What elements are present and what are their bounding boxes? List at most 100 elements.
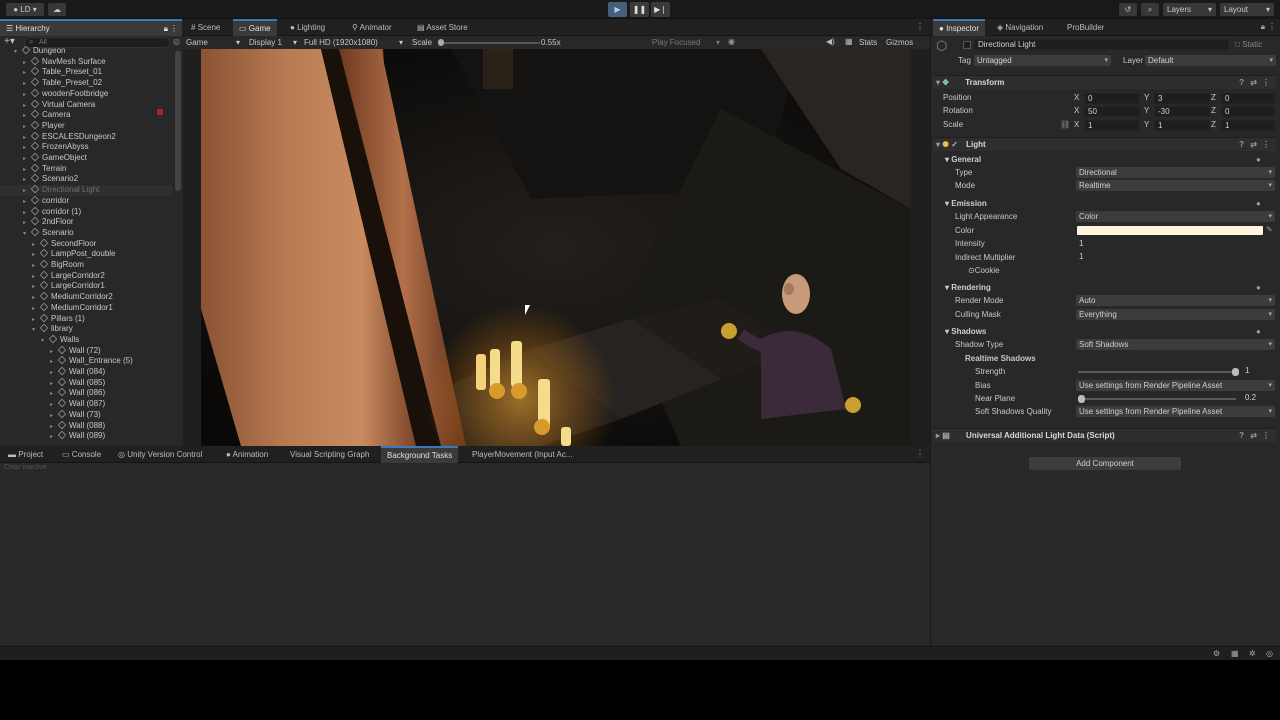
hierarchy-item[interactable]: ▸ MediumCorridor2 — [0, 291, 172, 303]
tab-asset-store[interactable]: ▤ Asset Store — [411, 19, 474, 36]
hierarchy-item[interactable]: ▸ Directional Light — [0, 184, 172, 196]
layer-dropdown[interactable]: Default — [1145, 55, 1276, 66]
play-button[interactable]: ▶ — [608, 2, 627, 17]
hierarchy-item[interactable]: ▸ Wall (089) — [0, 430, 172, 442]
more-menu-icon[interactable]: ⋮ — [916, 449, 924, 458]
tab-visual-scripting-graph[interactable]: Visual Scripting Graph — [284, 446, 375, 463]
tab-navigation[interactable]: ◈ Navigation — [991, 19, 1049, 36]
step-button[interactable]: ▶❘ — [651, 2, 670, 17]
hierarchy-item[interactable]: ▸ Camera — [0, 109, 172, 121]
more-menu-icon[interactable]: ⋮ — [170, 21, 178, 36]
lock-icon[interactable]: 🔒︎ — [1261, 22, 1265, 32]
rotation-z-field[interactable]: 0 — [1221, 106, 1275, 117]
hierarchy-item[interactable]: ▾ library — [0, 323, 172, 335]
game-mode-dropdown[interactable]: Game ▾ — [186, 36, 242, 49]
tab-background-tasks[interactable]: Background Tasks — [381, 446, 459, 463]
emission-section[interactable]: ▾ Emission — [945, 198, 987, 210]
tab-player-movement[interactable]: PlayerMovement (Input Ac... — [466, 446, 579, 463]
shadows-section[interactable]: ▾ Shadows — [945, 326, 986, 338]
hierarchy-item[interactable]: ▸ BigRoom — [0, 259, 172, 271]
search-icon[interactable]: ⌕ — [1141, 3, 1159, 16]
color-swatch[interactable] — [1077, 226, 1263, 235]
more-menu-icon[interactable]: ⋮ — [1268, 22, 1276, 31]
preset-icon[interactable]: ⇄ — [1250, 429, 1257, 443]
hierarchy-item[interactable]: ▸ Wall (086) — [0, 388, 172, 399]
scale-slider-track[interactable] — [440, 42, 540, 44]
component-menu-icon[interactable]: ⋮ — [1262, 76, 1270, 90]
rendering-section[interactable]: ▾ Rendering — [945, 282, 991, 294]
tab-hierarchy[interactable]: ☰ Hierarchy 🔒︎ ⋮ — [0, 19, 182, 36]
help-icon[interactable]: ? — [1239, 138, 1244, 152]
hierarchy-item[interactable]: ▸ Player — [0, 120, 172, 132]
light-header[interactable]: ▾ ✺ ✓ Light ? ⇄ ⋮ — [933, 137, 1276, 151]
general-section[interactable]: ▾ General — [945, 154, 981, 166]
scale-x-field[interactable]: 1 — [1084, 120, 1140, 131]
help-icon[interactable]: ● — [1256, 326, 1261, 338]
clear-inactive-button[interactable]: Clear inactive — [4, 464, 46, 471]
hierarchy-item[interactable]: ▸ LargeCorridor2 — [0, 270, 172, 282]
hierarchy-item[interactable]: ▸ Wall (72) — [0, 345, 172, 357]
tab-scene[interactable]: # Scene — [185, 19, 226, 36]
preset-icon[interactable]: ⇄ — [1250, 76, 1257, 90]
strength-slider-track[interactable] — [1078, 371, 1236, 373]
hierarchy-item[interactable]: ▾ Walls — [0, 334, 172, 346]
tab-project[interactable]: ▬ Project — [2, 446, 49, 463]
component-menu-icon[interactable]: ⋮ — [1262, 429, 1270, 443]
help-icon[interactable]: ● — [1256, 154, 1261, 166]
mute-icon[interactable]: ◉ — [728, 37, 735, 46]
pause-button[interactable]: ❚❚ — [630, 2, 649, 17]
help-icon[interactable]: ● — [1256, 198, 1261, 210]
type-dropdown[interactable]: Directional — [1076, 167, 1275, 178]
hierarchy-item[interactable]: ▸ Virtual Camera — [0, 99, 172, 111]
tab-probuilder[interactable]: ProBuilder — [1061, 19, 1110, 36]
help-icon[interactable]: ● — [1256, 282, 1261, 294]
display-dropdown[interactable]: Display 1 ▾ — [249, 36, 299, 49]
more-menu-icon[interactable]: ⋮ — [916, 22, 924, 31]
hierarchy-item[interactable]: ▸ Terrain — [0, 163, 172, 175]
hierarchy-item[interactable]: ▸ LampPost_double — [0, 249, 172, 260]
game-viewport[interactable] — [201, 49, 911, 446]
keyboard-icon[interactable]: ▦ — [845, 37, 853, 46]
cookie-field[interactable]: ⊙Cookie — [968, 265, 1000, 277]
hierarchy-item[interactable]: ▸ Wall (087) — [0, 398, 172, 410]
hierarchy-item[interactable]: ▸ corridor (1) — [0, 206, 172, 218]
progress-icon[interactable]: ◎ — [1266, 649, 1273, 658]
tab-game[interactable]: ▭ Game — [233, 19, 277, 36]
tab-inspector[interactable]: ● Inspector — [933, 19, 985, 36]
hierarchy-item[interactable]: ▾ Dungeon — [0, 46, 172, 57]
scale-slider-handle[interactable] — [438, 39, 444, 46]
play-focused-dropdown[interactable]: Play Focused ▾ — [652, 36, 722, 49]
cloud-icon[interactable]: ☁ — [48, 3, 66, 16]
strength-field[interactable]: 1 — [1242, 366, 1275, 377]
near-plane-field[interactable]: 0.2 — [1242, 393, 1275, 404]
active-checkbox[interactable] — [963, 41, 971, 49]
hierarchy-item[interactable]: ▸ NavMesh Surface — [0, 56, 172, 68]
tab-console[interactable]: ▭ Console — [56, 446, 107, 463]
enabled-checkbox[interactable]: ✓ — [951, 140, 958, 149]
filter-icon[interactable]: ◎ — [173, 37, 180, 46]
bias-dropdown[interactable]: Use settings from Render Pipeline Asset — [1076, 380, 1275, 391]
tab-unity-version-control[interactable]: ◎ Unity Version Control — [112, 446, 208, 463]
hierarchy-item[interactable]: ▾ Scenario — [0, 227, 172, 239]
scale-y-field[interactable]: 1 — [1154, 120, 1210, 131]
static-checkbox[interactable]: □ Static — [1235, 39, 1262, 51]
hierarchy-item[interactable]: ▸ Wall_Entrance (5) — [0, 356, 172, 367]
strength-slider-handle[interactable] — [1232, 368, 1239, 376]
additional-light-data-header[interactable]: ▸ ▤ Universal Additional Light Data (Scr… — [933, 428, 1276, 442]
hierarchy-item[interactable]: ▸ Pillars (1) — [0, 313, 172, 325]
scale-z-field[interactable]: 1 — [1221, 120, 1275, 131]
layers-dropdown[interactable]: Layers ▾ — [1163, 3, 1216, 16]
hierarchy-item[interactable]: ▸ corridor — [0, 195, 172, 207]
tag-dropdown[interactable]: Untagged — [974, 55, 1111, 66]
culling-mask-dropdown[interactable]: Everything — [1076, 309, 1275, 320]
hierarchy-scrollbar[interactable] — [175, 51, 181, 191]
gizmos-button[interactable]: Gizmos — [886, 36, 913, 49]
audio-icon[interactable]: ◀) — [826, 37, 835, 46]
tab-animator[interactable]: ⚲ Animator — [346, 19, 398, 36]
shadow-type-dropdown[interactable]: Soft Shadows — [1076, 339, 1275, 350]
hierarchy-item[interactable]: ▸ LargeCorridor1 — [0, 281, 172, 292]
tab-animation[interactable]: ● Animation — [220, 446, 274, 463]
soft-shadows-quality-dropdown[interactable]: Use settings from Render Pipeline Asset — [1076, 406, 1275, 417]
history-icon[interactable]: ↺ — [1119, 3, 1137, 16]
lock-icon[interactable]: 🔒︎ — [164, 21, 168, 36]
